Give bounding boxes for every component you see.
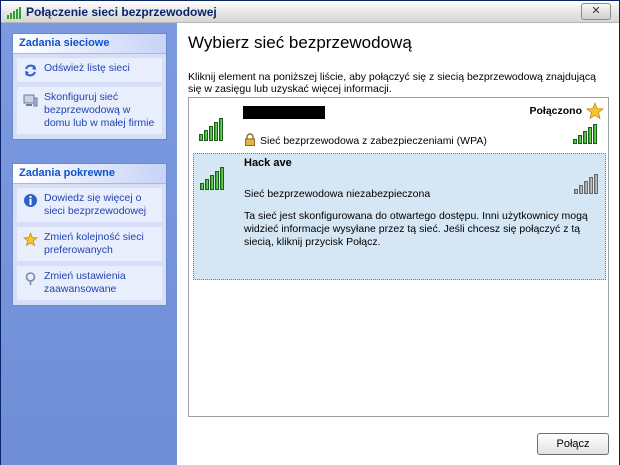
wireless-signal-icon [7, 7, 21, 19]
lock-icon [245, 133, 255, 146]
learn-wireless-task[interactable]: Dowiedz się więcej o sieci bezprzewodowe… [16, 187, 163, 223]
connection-status: Połączono [529, 105, 582, 117]
info-icon [24, 194, 37, 207]
change-preferred-order-task[interactable]: Zmień kolejność sieci preferowanych [16, 226, 163, 262]
close-button[interactable]: ✕ [581, 3, 611, 20]
close-icon: ✕ [591, 5, 601, 17]
signal-strength-icon [199, 118, 223, 141]
refresh-icon [25, 64, 36, 77]
connect-button[interactable]: Połącz [537, 433, 609, 455]
network-description: Ta sieć jest skonfigurowana do otwartego… [244, 210, 588, 248]
star-icon [23, 232, 38, 247]
network-tasks-header: Zadania sieciowe [13, 34, 166, 54]
network-tasks-box: Zadania sieciowe Odśwież listę sieci Sko… [12, 33, 167, 140]
signal-bars-icon [573, 124, 597, 144]
signal-bars-icon [574, 174, 598, 194]
change-advanced-settings-task[interactable]: Zmień ustawienia zaawansowane [16, 265, 163, 301]
refresh-network-list-label: Odśwież listę sieci [44, 62, 130, 74]
network-security-type: Sieć bezprzewodowa niezabezpieczona [244, 188, 431, 200]
network-item-selected[interactable]: Hack ave Sieć bezprzewodowa niezabezpiec… [193, 153, 606, 280]
title-bar[interactable]: Połączenie sieci bezprzewodowej ✕ [1, 1, 619, 23]
page-title: Wybierz sieć bezprzewodową [188, 33, 412, 52]
network-list[interactable]: Połączono Sieć bezprzewodowa z zabezpiec… [188, 97, 609, 417]
setup-home-network-task[interactable]: Skonfiguruj sieć bezprzewodową w domu lu… [16, 86, 163, 135]
change-preferred-order-label: Zmień kolejność sieci preferowanych [44, 231, 144, 256]
settings-icon [25, 272, 36, 285]
main-pane: Wybierz sieć bezprzewodową Kliknij eleme… [177, 23, 619, 465]
network-security-type: Sieć bezprzewodowa z zabezpieczeniami (W… [260, 135, 487, 147]
related-tasks-box: Zadania pokrewne Dowiedz się więcej o si… [12, 163, 167, 306]
wireless-connection-window: Połączenie sieci bezprzewodowej ✕ Zadani… [0, 0, 620, 465]
setup-home-network-label: Skonfiguruj sieć bezprzewodową w domu lu… [44, 91, 155, 129]
network-ssid-redacted [243, 106, 325, 119]
change-advanced-settings-label: Zmień ustawienia zaawansowane [44, 270, 126, 295]
signal-strength-icon [200, 167, 224, 190]
instruction-text: Kliknij element na poniższej liście, aby… [188, 71, 596, 95]
window-title: Połączenie sieci bezprzewodowej [26, 5, 217, 19]
network-item-connected[interactable]: Połączono Sieć bezprzewodowa z zabezpiec… [189, 98, 608, 150]
refresh-network-list-task[interactable]: Odśwież listę sieci [16, 57, 163, 83]
learn-wireless-label: Dowiedz się więcej o sieci bezprzewodowe… [44, 192, 147, 217]
preferred-star-icon [586, 102, 604, 120]
network-ssid: Hack ave [244, 157, 292, 169]
related-tasks-header: Zadania pokrewne [13, 164, 166, 184]
task-pane: Zadania sieciowe Odśwież listę sieci Sko… [1, 23, 177, 465]
setup-network-icon [23, 94, 38, 107]
